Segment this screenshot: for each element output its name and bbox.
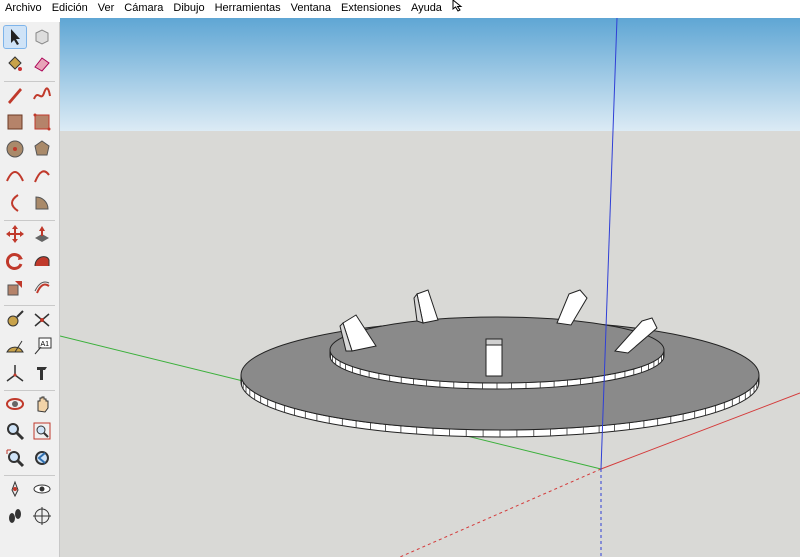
polygon-icon[interactable]: [31, 138, 53, 160]
protractor-icon[interactable]: [4, 335, 26, 357]
text-icon[interactable]: A1: [31, 335, 53, 357]
paint-bucket-icon[interactable]: [4, 53, 26, 75]
arc-icon[interactable]: [4, 165, 26, 187]
previous-view-icon[interactable]: [31, 447, 53, 469]
section-plane-icon[interactable]: [31, 505, 53, 527]
menu-dibujo[interactable]: Dibujo: [168, 2, 209, 14]
rotated-rectangle-icon[interactable]: [31, 111, 53, 133]
walk-icon[interactable]: [4, 505, 26, 527]
3d-viewport[interactable]: [60, 18, 800, 557]
toolbar-separator: [4, 220, 55, 221]
menu-ver[interactable]: Ver: [93, 2, 120, 14]
scale-icon[interactable]: [4, 277, 26, 299]
axes-icon[interactable]: [4, 362, 26, 384]
component-tool-icon[interactable]: [31, 26, 53, 48]
move-icon[interactable]: [4, 223, 26, 245]
dimension-icon[interactable]: [31, 308, 53, 330]
offset-icon[interactable]: [31, 277, 53, 299]
tape-measure-icon[interactable]: [4, 308, 26, 330]
push-pull-icon[interactable]: [31, 223, 53, 245]
orbit-icon[interactable]: [4, 393, 26, 415]
zoom-window-icon[interactable]: [31, 420, 53, 442]
menu-ayuda[interactable]: Ayuda: [406, 2, 447, 14]
menu-bar: Archivo Edición Ver Cámara Dibujo Herram…: [0, 0, 800, 16]
three-point-arc-icon[interactable]: [4, 192, 26, 214]
menu-edicion[interactable]: Edición: [47, 2, 93, 14]
position-camera-icon[interactable]: [4, 478, 26, 500]
zoom-icon[interactable]: [4, 420, 26, 442]
scene: [60, 18, 800, 557]
follow-me-icon[interactable]: [31, 250, 53, 272]
menu-camara[interactable]: Cámara: [119, 2, 168, 14]
rotate-icon[interactable]: [4, 250, 26, 272]
two-point-arc-icon[interactable]: [31, 165, 53, 187]
sky: [60, 18, 800, 131]
pan-icon[interactable]: [31, 393, 53, 415]
3d-text-icon[interactable]: [31, 362, 53, 384]
menu-archivo[interactable]: Archivo: [0, 2, 47, 14]
menu-herramientas[interactable]: Herramientas: [210, 2, 286, 14]
zoom-extents-icon[interactable]: [4, 447, 26, 469]
menu-extensiones[interactable]: Extensiones: [336, 2, 406, 14]
circle-icon[interactable]: [4, 138, 26, 160]
freehand-icon[interactable]: [31, 84, 53, 106]
svg-text:A1: A1: [41, 341, 50, 348]
menu-ventana[interactable]: Ventana: [286, 2, 336, 14]
toolbar-separator: [4, 475, 55, 476]
support-center[interactable]: [485, 338, 503, 377]
rectangle-icon[interactable]: [4, 111, 26, 133]
look-around-icon[interactable]: [31, 478, 53, 500]
toolbar-separator: [4, 81, 55, 82]
select-tool-icon[interactable]: [3, 25, 27, 49]
mouse-cursor-icon: [452, 0, 463, 12]
pencil-line-icon[interactable]: [4, 84, 26, 106]
eraser-icon[interactable]: [31, 53, 53, 75]
toolbar-separator: [4, 305, 55, 306]
large-tool-set-toolbar: A1: [0, 22, 60, 557]
toolbar-separator: [4, 390, 55, 391]
pie-icon[interactable]: [31, 192, 53, 214]
